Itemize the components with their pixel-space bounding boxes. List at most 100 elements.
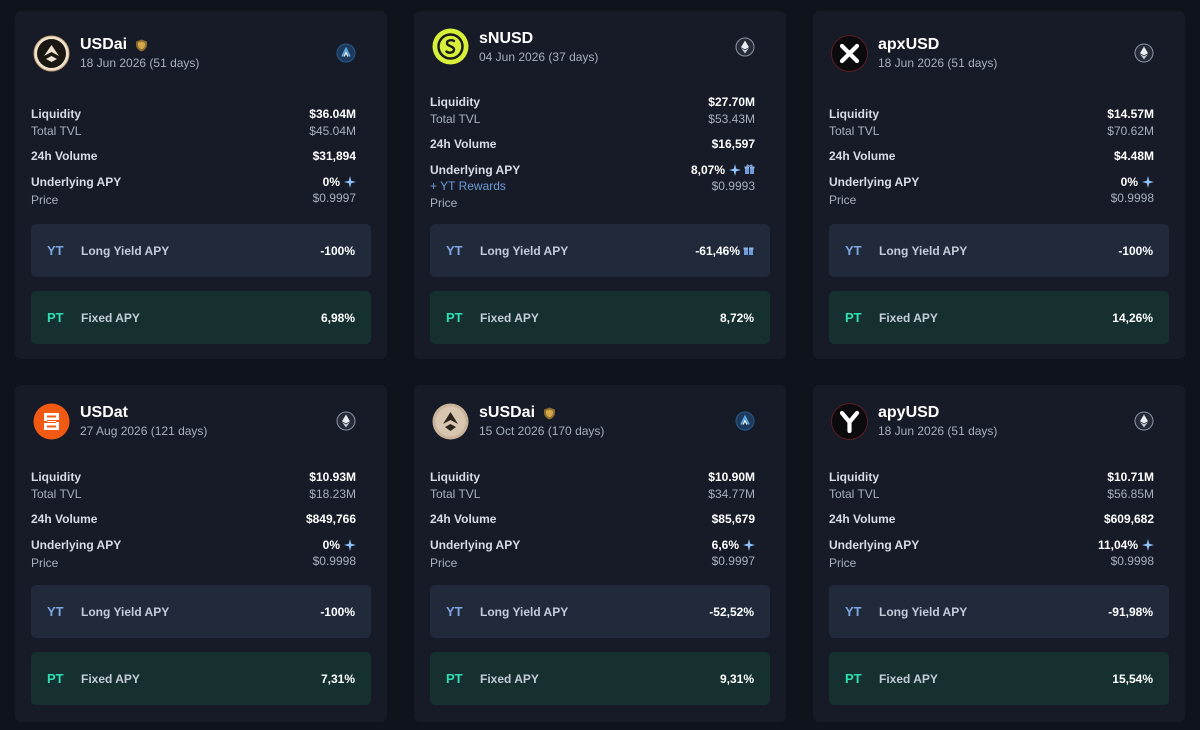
usdai-logo-icon xyxy=(33,35,70,72)
yt-rewards-label: + YT Rewards xyxy=(430,179,506,193)
market-card-snusd[interactable]: sNUSD 04 Jun 2026 (37 days) Liquidity Tot… xyxy=(414,11,786,359)
snusd-logo-icon xyxy=(432,28,469,65)
fixed-apy-label: Fixed APY xyxy=(879,671,938,686)
ethereum-icon xyxy=(735,37,755,57)
underlying-apy-value: 0% xyxy=(322,175,340,189)
maturity-date: 18 Jun 2026 (51 days) xyxy=(878,56,998,70)
yt-tag: YT xyxy=(47,243,64,258)
total-tvl-label: Total TVL xyxy=(31,124,82,138)
sparkle-icon[interactable] xyxy=(729,164,741,176)
liquidity-label: Liquidity xyxy=(430,470,480,484)
apxusd-logo-icon xyxy=(831,35,868,72)
price-value: $0.9993 xyxy=(711,179,755,193)
fixed-apy-label: Fixed APY xyxy=(879,310,938,325)
market-card-usdat[interactable]: USDat 27 Aug 2026 (121 days) Liquidity To… xyxy=(15,385,387,722)
liquidity-label: Liquidity xyxy=(31,470,81,484)
gift-icon[interactable] xyxy=(743,245,754,256)
gift-icon[interactable] xyxy=(744,164,755,175)
liquidity-label: Liquidity xyxy=(31,107,81,121)
fixed-apy-label: Fixed APY xyxy=(480,671,539,686)
maturity-date: 27 Aug 2026 (121 days) xyxy=(80,424,208,438)
volume-label: 24h Volume xyxy=(430,512,497,526)
liquidity-value: $14.57M xyxy=(1107,107,1154,121)
fixed-apy-label: Fixed APY xyxy=(480,310,539,325)
volume-value: $85,679 xyxy=(711,512,755,526)
sparkle-icon[interactable] xyxy=(1142,176,1154,188)
market-card-usdai[interactable]: USDai 18 Jun 2026 (51 days) Liquidity Tot… xyxy=(15,11,387,359)
fixed-apy-label: Fixed APY xyxy=(81,310,140,325)
apyusd-logo-icon xyxy=(831,403,868,440)
pt-tag: PT xyxy=(845,671,862,686)
yt-long-yield-pill[interactable]: YT Long Yield APY -52,52% xyxy=(430,585,770,638)
price-value: $0.9997 xyxy=(312,191,356,205)
long-yield-apy-label: Long Yield APY xyxy=(81,604,170,619)
volume-value: $4.48M xyxy=(1113,149,1154,163)
total-tvl-label: Total TVL xyxy=(829,487,880,501)
volume-label: 24h Volume xyxy=(829,512,896,526)
price-label: Price xyxy=(31,193,59,207)
usdat-logo-icon xyxy=(33,403,70,440)
maturity-date: 18 Jun 2026 (51 days) xyxy=(878,424,998,438)
sparkle-icon[interactable] xyxy=(743,539,755,551)
long-yield-apy-label: Long Yield APY xyxy=(480,604,569,619)
underlying-apy-value: 0% xyxy=(1120,175,1138,189)
underlying-apy-label: Underlying APY xyxy=(31,538,122,552)
long-yield-apy-label: Long Yield APY xyxy=(879,243,968,258)
pt-fixed-apy-pill[interactable]: PT Fixed APY 15,54% xyxy=(829,652,1169,705)
pt-fixed-apy-pill[interactable]: PT Fixed APY 14,26% xyxy=(829,291,1169,344)
volume-value: $609,682 xyxy=(1103,512,1154,526)
price-value: $0.9998 xyxy=(1110,191,1154,205)
verified-shield-icon xyxy=(136,39,148,51)
yt-tag: YT xyxy=(845,604,862,619)
fixed-apy-value: 7,31% xyxy=(320,671,355,686)
market-name: sUSDai xyxy=(479,404,536,421)
pt-fixed-apy-pill[interactable]: PT Fixed APY 6,98% xyxy=(31,291,371,344)
yt-long-yield-pill[interactable]: YT Long Yield APY -61,46% xyxy=(430,224,770,277)
ethereum-icon xyxy=(1134,43,1154,63)
underlying-apy-label: Underlying APY xyxy=(430,163,521,177)
sparkle-icon[interactable] xyxy=(344,176,356,188)
market-name: sNUSD xyxy=(479,30,534,47)
yt-tag: YT xyxy=(845,243,862,258)
yt-long-yield-pill[interactable]: YT Long Yield APY -100% xyxy=(829,224,1169,277)
pt-tag: PT xyxy=(446,310,463,325)
market-card-apyusd[interactable]: apyUSD 18 Jun 2026 (51 days) Liquidity To… xyxy=(813,385,1185,722)
total-tvl-value: $45.04M xyxy=(309,124,356,138)
volume-value: $31,894 xyxy=(312,149,356,163)
ethereum-icon xyxy=(336,411,356,431)
long-yield-apy-value: -100% xyxy=(320,604,355,619)
ethereum-icon xyxy=(1134,411,1154,431)
volume-value: $849,766 xyxy=(305,512,356,526)
sparkle-icon[interactable] xyxy=(1142,539,1154,551)
market-card-apxusd[interactable]: apxUSD 18 Jun 2026 (51 days) Liquidity To… xyxy=(813,11,1185,359)
yt-long-yield-pill[interactable]: YT Long Yield APY -100% xyxy=(31,224,371,277)
liquidity-label: Liquidity xyxy=(430,95,480,109)
underlying-apy-label: Underlying APY xyxy=(430,538,521,552)
liquidity-label: Liquidity xyxy=(829,470,879,484)
sparkle-icon[interactable] xyxy=(344,539,356,551)
fixed-apy-label: Fixed APY xyxy=(81,671,140,686)
fixed-apy-value: 9,31% xyxy=(719,671,754,686)
yt-long-yield-pill[interactable]: YT Long Yield APY -91,98% xyxy=(829,585,1169,638)
pt-tag: PT xyxy=(446,671,463,686)
fixed-apy-value: 14,26% xyxy=(1112,310,1153,325)
price-label: Price xyxy=(829,556,857,570)
volume-label: 24h Volume xyxy=(31,512,98,526)
total-tvl-value: $18.23M xyxy=(309,487,356,501)
long-yield-apy-label: Long Yield APY xyxy=(480,243,569,258)
pt-fixed-apy-pill[interactable]: PT Fixed APY 9,31% xyxy=(430,652,770,705)
price-value: $0.9998 xyxy=(1110,554,1154,568)
volume-value: $16,597 xyxy=(711,137,755,151)
arbitrum-icon xyxy=(336,43,356,63)
yt-long-yield-pill[interactable]: YT Long Yield APY -100% xyxy=(31,585,371,638)
pt-tag: PT xyxy=(47,671,64,686)
long-yield-apy-value: -52,52% xyxy=(709,604,754,619)
pt-fixed-apy-pill[interactable]: PT Fixed APY 7,31% xyxy=(31,652,371,705)
liquidity-value: $27.70M xyxy=(708,95,755,109)
pt-fixed-apy-pill[interactable]: PT Fixed APY 8,72% xyxy=(430,291,770,344)
total-tvl-value: $34.77M xyxy=(708,487,755,501)
underlying-apy-value: 6,6% xyxy=(711,538,739,552)
yt-tag: YT xyxy=(446,243,463,258)
market-card-susdai[interactable]: sUSDai 15 Oct 2026 (170 days) Liquidity T… xyxy=(414,385,786,722)
liquidity-value: $10.90M xyxy=(708,470,755,484)
